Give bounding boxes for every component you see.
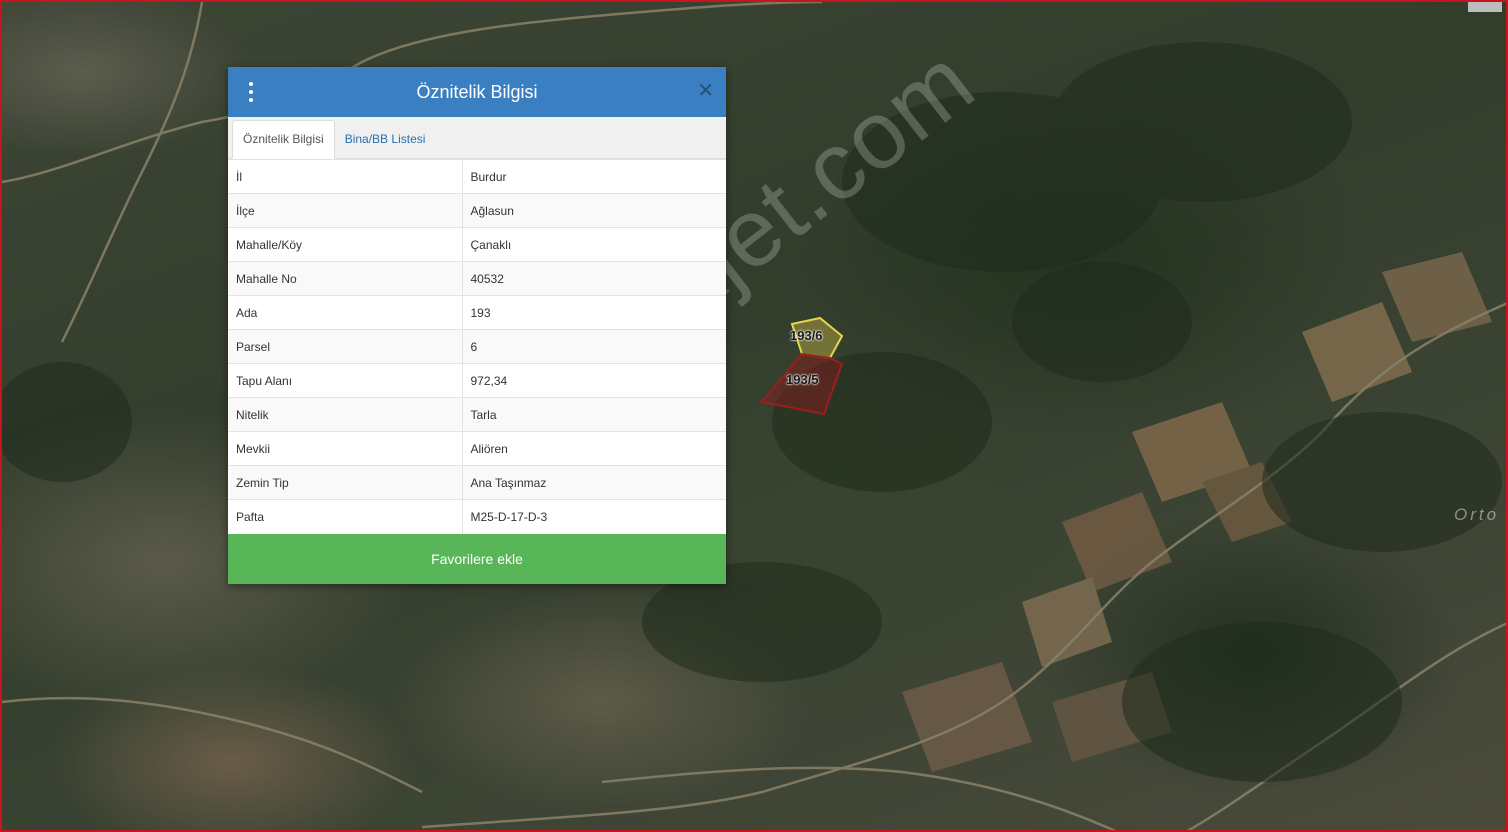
row-key: İl [228, 159, 463, 194]
row-key: Mahalle/Köy [228, 227, 463, 262]
tab-building-list[interactable]: Bina/BB Listesi [335, 121, 436, 158]
add-favorite-button[interactable]: Favorilere ekle [228, 533, 726, 584]
popup-title: Öznitelik Bilgisi [416, 81, 538, 102]
row-key: İlçe [228, 193, 463, 228]
row-key: Mevkii [228, 431, 463, 466]
row-key: Ada [228, 295, 463, 330]
table-row: Mahalle No 40532 [228, 261, 726, 296]
table-row: Mahalle/Köy Çanaklı [228, 227, 726, 262]
row-value: Burdur [462, 159, 726, 194]
row-key: Tapu Alanı [228, 363, 463, 398]
table-row: İlçe Ağlasun [228, 193, 726, 228]
vertical-dots-icon[interactable] [245, 82, 257, 102]
row-value: Tarla [462, 397, 726, 432]
parcel-label-193-6: 193/6 [790, 328, 823, 343]
row-value: 193 [462, 295, 726, 330]
row-key: Nitelik [228, 397, 463, 432]
satellite-map[interactable]: 193/6 193/5 Orto emlakjet.com [0, 0, 1508, 832]
row-key: Pafta [228, 499, 463, 534]
row-key: Zemin Tip [228, 465, 463, 500]
table-row: Mevkii Aliören [228, 431, 726, 466]
table-row: Pafta M25-D-17-D-3 [228, 499, 726, 534]
table-row: Nitelik Tarla [228, 397, 726, 432]
row-key: Mahalle No [228, 261, 463, 296]
row-value: Çanaklı [462, 227, 726, 262]
row-value: 972,34 [462, 363, 726, 398]
table-row: Tapu Alanı 972,34 [228, 363, 726, 398]
row-value: 6 [462, 329, 726, 364]
attribute-table: İl Burdur İlçe Ağlasun Mahalle/Köy Çanaklı … [228, 159, 726, 534]
table-row: Parsel 6 [228, 329, 726, 364]
row-value: 40532 [462, 261, 726, 296]
row-value: M25-D-17-D-3 [462, 499, 726, 534]
close-icon[interactable]: ✕ [697, 81, 714, 101]
row-value: Aliören [462, 431, 726, 466]
corner-tab [1468, 2, 1502, 12]
tab-attribute-info[interactable]: Öznitelik Bilgisi [232, 120, 335, 159]
table-row: İl Burdur [228, 159, 726, 194]
table-row: Zemin Tip Ana Taşınmaz [228, 465, 726, 500]
popup-tabs: Öznitelik Bilgisi Bina/BB Listesi [228, 117, 726, 159]
row-value: Ağlasun [462, 193, 726, 228]
vegetation [2, 42, 1502, 782]
table-row: Ada 193 [228, 295, 726, 330]
row-key: Parsel [228, 329, 463, 364]
parcel-label-193-5: 193/5 [786, 372, 819, 387]
row-value: Ana Taşınmaz [462, 465, 726, 500]
attribute-info-popup: Öznitelik Bilgisi ✕ Öznitelik Bilgisi Bi… [228, 67, 726, 584]
popup-header: Öznitelik Bilgisi ✕ [228, 67, 726, 117]
place-label: Orto [1454, 505, 1500, 524]
